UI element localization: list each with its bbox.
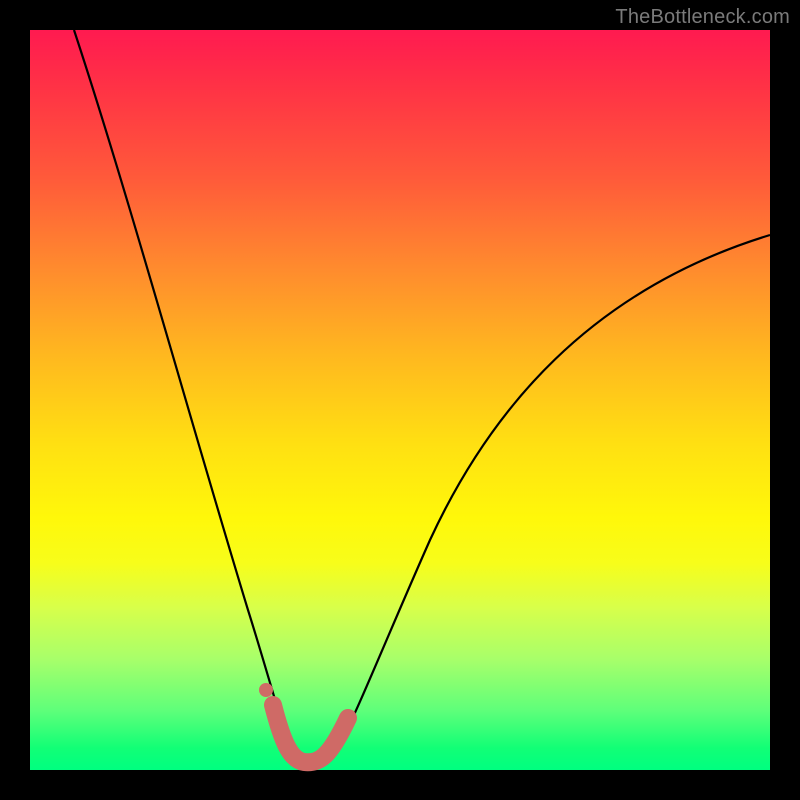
curve-layer (30, 30, 770, 770)
chart-frame: TheBottleneck.com (0, 0, 800, 800)
watermark-text: TheBottleneck.com (615, 6, 790, 29)
plot-area (30, 30, 770, 770)
bottleneck-region-dot (259, 683, 273, 697)
bottleneck-curve (74, 30, 770, 768)
bottleneck-region-marker (273, 705, 348, 762)
